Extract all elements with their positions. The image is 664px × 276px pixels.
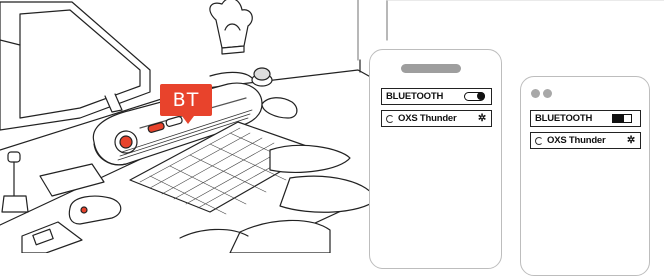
bluetooth-toggle[interactable] [464,92,485,101]
bluetooth-label: BLUETOOTH [386,91,444,102]
bluetooth-toggle[interactable] [612,114,632,123]
device-name: OXS Thunder [547,135,606,146]
phone-notch [401,64,461,73]
gear-icon[interactable]: ✲ [627,135,635,146]
window-dots [531,89,552,98]
bluetooth-toggle-row[interactable]: BLUETOOTH [530,110,641,127]
bluetooth-label: BLUETOOTH [535,113,593,124]
gear-icon[interactable]: ✲ [478,113,486,124]
phone-left: BLUETOOTH OXS Thunder ✲ [369,49,502,269]
dot-icon [543,89,552,98]
bluetooth-toggle-row[interactable]: BLUETOOTH [381,88,492,105]
spinner-ring-icon [386,114,394,123]
device-name: OXS Thunder [398,113,457,124]
phone-right: BLUETOOTH OXS Thunder ✲ [520,76,650,276]
dot-icon [531,89,540,98]
spinner-ring-icon [535,136,543,145]
device-row[interactable]: OXS Thunder ✲ [530,132,641,149]
device-row[interactable]: OXS Thunder ✲ [381,110,492,127]
bt-badge: BT [160,84,212,124]
